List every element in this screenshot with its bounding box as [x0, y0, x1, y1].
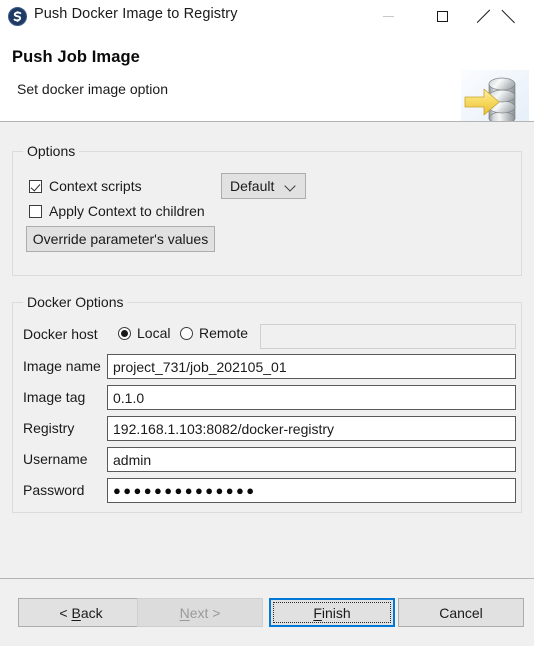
- docker-host-remote-label: Remote: [199, 325, 249, 341]
- close-icon: [489, 10, 503, 24]
- options-group: Options Context scripts Default Apply Co…: [12, 143, 522, 276]
- username-label: Username: [23, 451, 88, 467]
- password-input[interactable]: ●●●●●●●●●●●●●●: [107, 478, 516, 503]
- wizard-button-bar: < Back Next > Finish Cancel: [0, 579, 534, 646]
- minimize-icon: [382, 16, 394, 17]
- context-select-value: Default: [230, 178, 275, 194]
- docker-options-group-legend: Docker Options: [23, 294, 128, 310]
- docker-host-local-label: Local: [137, 325, 171, 341]
- image-name-input[interactable]: project_731/job_202105_01: [107, 354, 516, 379]
- docker-host-label: Docker host: [23, 326, 98, 342]
- window-title: Push Docker Image to Registry: [34, 6, 238, 22]
- username-input[interactable]: admin: [107, 447, 516, 472]
- push-docker-image-dialog: Push Docker Image to Registry Push Job I…: [0, 0, 534, 646]
- password-value: ●●●●●●●●●●●●●●: [113, 483, 257, 498]
- back-button[interactable]: < Back: [18, 598, 144, 627]
- context-scripts-label: Context scripts: [49, 178, 142, 194]
- minimize-button[interactable]: [365, 0, 411, 33]
- username-value: admin: [113, 451, 152, 468]
- image-name-value: project_731/job_202105_01: [113, 358, 287, 375]
- radio-selected-icon: [118, 326, 131, 340]
- password-label: Password: [23, 482, 85, 498]
- finish-focus-outline: Finish: [273, 602, 391, 623]
- chevron-down-icon: [286, 182, 295, 191]
- override-parameters-label: Override parameter's values: [32, 231, 209, 247]
- apply-context-children-checkbox[interactable]: Apply Context to children: [29, 203, 205, 219]
- checkbox-checked-icon: [29, 179, 42, 193]
- finish-button[interactable]: Finish: [269, 598, 395, 627]
- registry-label: Registry: [23, 420, 75, 436]
- radio-unselected-icon: [180, 326, 193, 340]
- image-tag-value: 0.1.0: [113, 389, 145, 406]
- registry-value: 192.168.1.103:8082/docker-registry: [113, 420, 335, 437]
- docker-host-remote-input[interactable]: [260, 324, 516, 349]
- docker-host-local-radio[interactable]: Local: [118, 325, 170, 341]
- finish-button-label: Finish: [313, 604, 351, 621]
- title-bar: Push Docker Image to Registry: [0, 0, 534, 33]
- page-title: Push Job Image: [12, 48, 140, 66]
- studio-app-icon: [8, 7, 27, 26]
- context-scripts-checkbox[interactable]: Context scripts: [29, 178, 142, 194]
- image-name-label: Image name: [23, 358, 101, 374]
- page-subtitle: Set docker image option: [17, 81, 168, 97]
- registry-input[interactable]: 192.168.1.103:8082/docker-registry: [107, 416, 516, 441]
- options-group-legend: Options: [23, 143, 80, 159]
- docker-host-remote-radio[interactable]: Remote: [180, 325, 248, 341]
- dialog-content: Options Context scripts Default Apply Co…: [0, 122, 534, 578]
- cancel-button[interactable]: Cancel: [398, 598, 524, 627]
- docker-options-group: Docker Options Docker host Local Remote …: [12, 294, 522, 513]
- back-button-label: < Back: [59, 604, 103, 621]
- maximize-icon: [436, 11, 448, 22]
- apply-context-children-label: Apply Context to children: [49, 203, 205, 219]
- close-button[interactable]: [473, 0, 519, 33]
- checkbox-unchecked-icon: [29, 204, 42, 218]
- context-select[interactable]: Default: [221, 173, 306, 199]
- image-tag-label: Image tag: [23, 389, 86, 405]
- next-button: Next >: [137, 598, 263, 627]
- wizard-header: Push Job Image Set docker image option: [0, 33, 534, 134]
- override-parameters-button[interactable]: Override parameter's values: [26, 226, 215, 252]
- maximize-button[interactable]: [419, 0, 465, 33]
- image-tag-input[interactable]: 0.1.0: [107, 385, 516, 410]
- next-button-label: Next >: [179, 604, 221, 621]
- cancel-button-label: Cancel: [439, 604, 483, 621]
